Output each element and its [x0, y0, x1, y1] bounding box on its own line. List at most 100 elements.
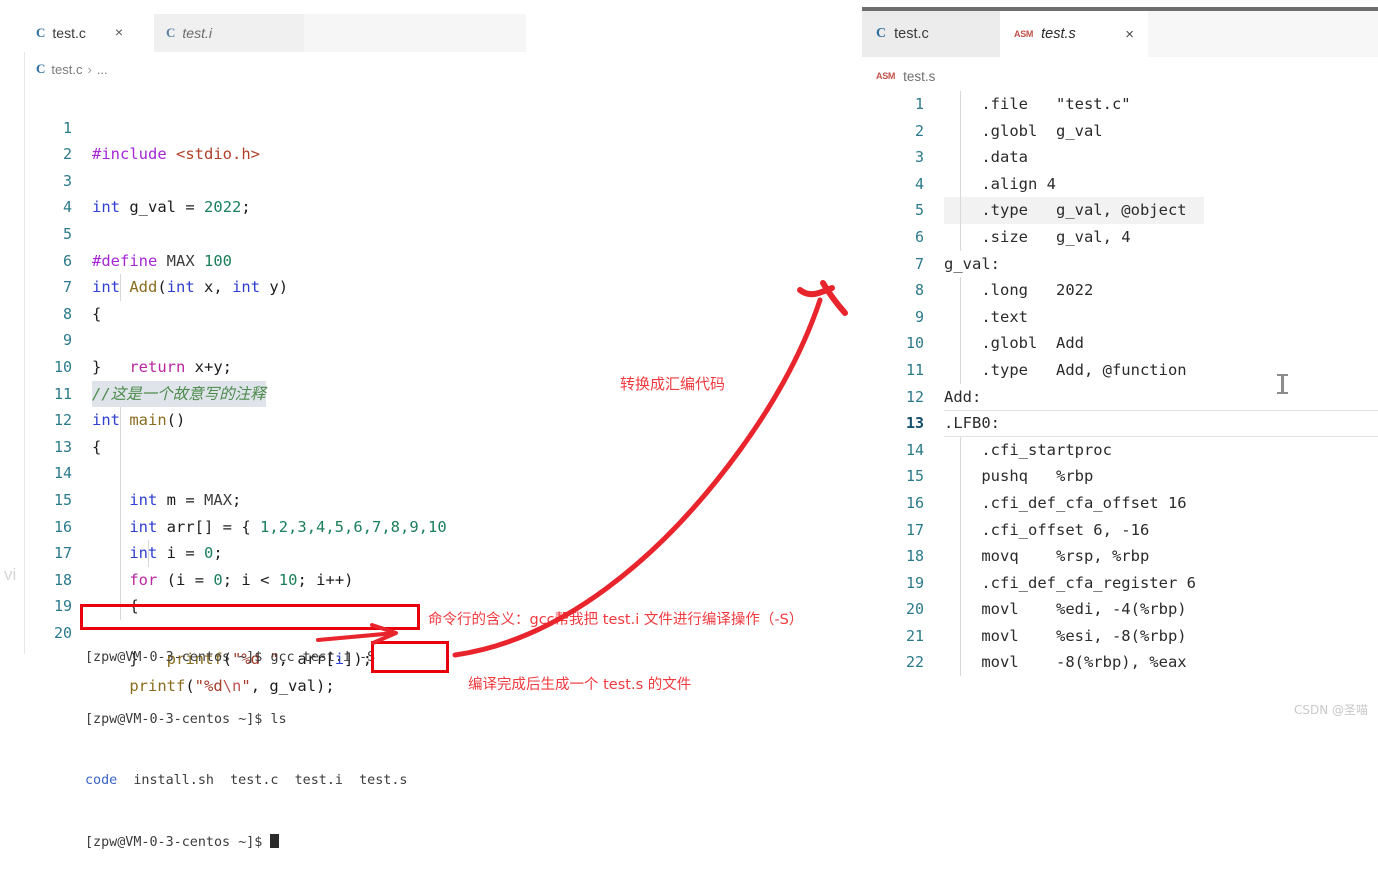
indent-guide — [120, 540, 121, 567]
tab-test-c[interactable]: C test.c × — [24, 14, 134, 52]
right-code-editor-panel: C test.c ASM test.s × ASM test.s 1 .file… — [862, 7, 1378, 707]
code-line: 16 for (i = 0; i < 10; i++) — [24, 486, 520, 589]
code-line: 20 movl %edi, -4(%rbp) — [862, 596, 1378, 623]
line-text: .file "test.c" — [944, 95, 1131, 113]
breadcrumb-trail[interactable]: ... — [97, 62, 108, 77]
line-text: .type g_val, @object — [944, 201, 1187, 220]
code-line: 5 .type g_val, @object — [862, 197, 1378, 224]
left-code-content[interactable]: 1 #include <stdio.h> 2 3 int g_val = 202… — [24, 88, 520, 695]
code-line: 18 movq %rsp, %rbp — [862, 543, 1378, 570]
code-line: 12 { — [24, 381, 520, 456]
line-number: 17 — [905, 520, 924, 539]
left-tab-bar: C test.c × C test.i — [24, 14, 526, 52]
breadcrumb[interactable]: C test.c › ... — [36, 58, 108, 80]
code-line: 12 Add: — [862, 384, 1378, 411]
code-line: 18 printf("%d ", arr[i]); — [24, 540, 520, 668]
code-line: 11 .type Add, @function — [862, 356, 1378, 384]
line-number: 12 — [905, 387, 924, 406]
c-file-icon: C — [876, 26, 887, 41]
line-number: 7 — [914, 254, 924, 273]
asm-file-icon: ASM — [876, 71, 896, 81]
highlight-box-test-s-file — [371, 641, 449, 673]
code-line: 4 — [24, 168, 520, 216]
line-number: 8 — [914, 281, 924, 300]
tab-test-c[interactable]: C test.c — [862, 11, 1000, 57]
line-number: 5 — [914, 201, 924, 220]
code-line: 10 //这是一个故意写的注释 — [24, 327, 520, 408]
terminal-command: ls — [270, 711, 287, 727]
code-line: 19 .cfi_def_cfa_register 6 — [862, 569, 1378, 597]
close-icon[interactable]: × — [1125, 26, 1134, 43]
tab-label: test.s — [1041, 26, 1076, 42]
line-text: .cfi_offset 6, -16 — [944, 520, 1150, 539]
line-number: 18 — [905, 547, 924, 566]
annotation-generated-file: 编译完成后生成一个 test.s 的文件 — [468, 677, 692, 693]
code-line: 11 int main() — [24, 354, 520, 430]
line-text: pushq %rbp — [944, 467, 1094, 486]
line-text: .text — [944, 307, 1028, 326]
left-tab-strip-filler — [304, 14, 526, 52]
indent-guide — [120, 486, 121, 514]
tab-label: test.c — [894, 26, 929, 42]
code-line: 7 { — [24, 248, 520, 323]
right-tab-bar: C test.c ASM test.s × — [862, 11, 1378, 57]
code-line: 1 #include <stdio.h> — [24, 88, 520, 164]
tab-test-s[interactable]: ASM test.s × — [1000, 11, 1148, 57]
indent-guide — [120, 513, 121, 541]
line-number: 2 — [914, 121, 924, 140]
breadcrumb[interactable]: ASM test.s — [876, 65, 935, 87]
line-text: movl %esi, -8(%rbp) — [944, 626, 1187, 645]
code-line: 9 } — [24, 301, 520, 376]
line-text: .cfi_def_cfa_offset 16 — [944, 493, 1187, 512]
indent-guide — [120, 460, 121, 487]
asm-file-icon: ASM — [1014, 29, 1034, 39]
line-number: 10 — [905, 334, 924, 353]
close-icon[interactable]: × — [112, 25, 126, 39]
line-text: .long 2022 — [944, 281, 1094, 300]
line-text: movq %rsp, %rbp — [944, 547, 1150, 566]
code-line: 17 .cfi_offset 6, -16 — [862, 516, 1378, 544]
line-text: .LFB0: — [944, 414, 1000, 433]
left-code-editor-panel: C test.c × C test.i C test.c › ... 1 #in… — [0, 14, 526, 695]
line-number: 11 — [905, 360, 924, 379]
code-line: 15 int i = 0; — [24, 460, 520, 562]
code-line: 8 return x+y; — [24, 274, 520, 376]
code-line: 13 int m = MAX; — [24, 407, 520, 509]
code-line: 3 .data — [862, 144, 1378, 171]
right-code-content[interactable]: 1 .file "test.c" 2 .globl g_val 3 .data … — [862, 91, 1378, 707]
line-text: Add: — [944, 387, 982, 406]
vi-watermark: vi — [4, 565, 17, 584]
code-line: 6 int Add(int x, int y) — [24, 221, 520, 297]
indent-guide — [120, 274, 121, 301]
breadcrumb-file[interactable]: test.c — [51, 62, 82, 77]
code-line: 7 g_val: — [862, 251, 1378, 278]
indent-guide — [120, 407, 121, 434]
code-line: 5 #define MAX 100 — [24, 194, 520, 270]
line-text: movl -8(%rbp), %eax — [944, 653, 1187, 672]
line-text: .data — [944, 148, 1028, 167]
c-file-icon: C — [166, 25, 176, 40]
row-divider — [944, 410, 1378, 412]
code-line: 21 movl %esi, -8(%rbp) — [862, 622, 1378, 650]
code-line: 2 — [24, 115, 520, 163]
line-number: 13 — [905, 414, 924, 433]
line-number: 9 — [914, 307, 924, 326]
line-text: .globl g_val — [944, 121, 1103, 140]
code-line: 4 .align 4 — [862, 170, 1378, 198]
terminal-prompt: [zpw@VM-0-3-centos ~]$ — [85, 650, 271, 665]
line-number: 1 — [914, 95, 924, 113]
line-number: 3 — [914, 148, 924, 167]
tab-test-i[interactable]: C test.i — [154, 14, 304, 52]
chevron-right-icon: › — [87, 61, 92, 77]
terminal-line: [zpw@VM-0-3-centos ~]$ ls — [85, 710, 425, 731]
line-text: .globl Add — [944, 334, 1084, 353]
line-text: g_val: — [944, 254, 1000, 273]
terminal-line: [zpw@VM-0-3-centos ~]$ — [85, 833, 425, 854]
highlight-box-command — [80, 604, 420, 630]
breadcrumb-file[interactable]: test.s — [903, 69, 935, 84]
code-line: 1 .file "test.c" — [862, 91, 1378, 118]
c-file-icon: C — [36, 25, 46, 40]
code-line: 10 .globl Add — [862, 330, 1378, 357]
line-number: 22 — [905, 653, 924, 672]
code-line: 6 .size g_val, 4 — [862, 223, 1378, 251]
